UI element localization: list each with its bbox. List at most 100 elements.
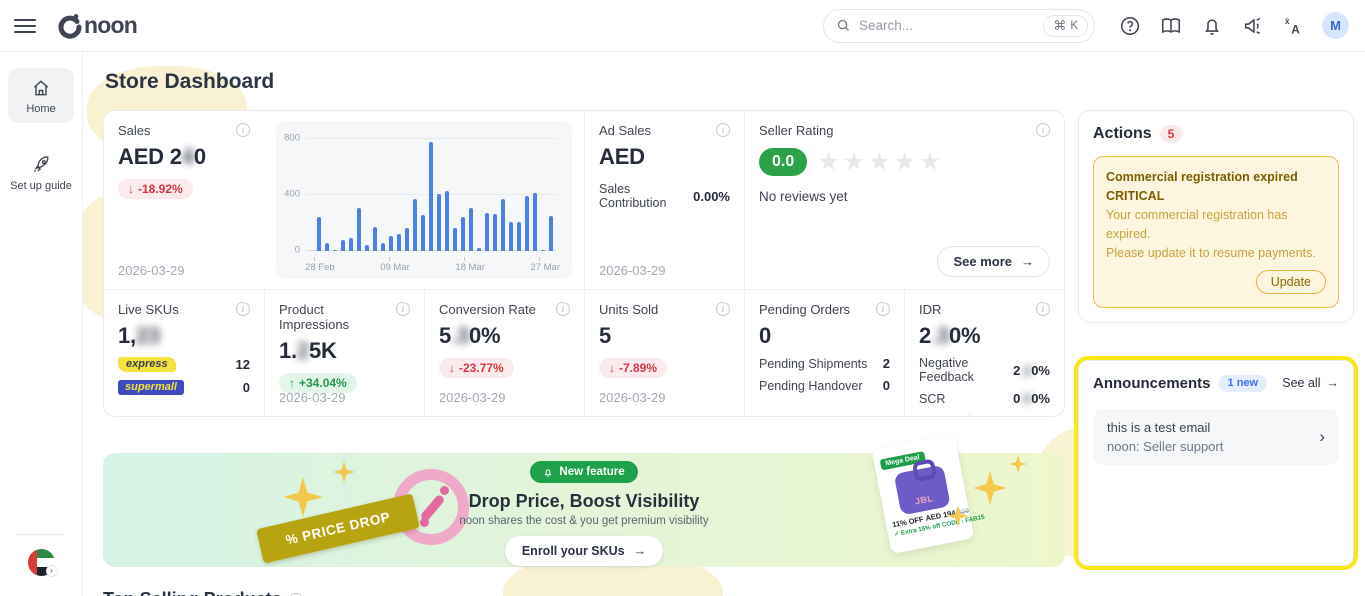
chart-bar [341,240,345,251]
search-bar[interactable]: ⌘ K [823,9,1095,43]
chart-bar [549,216,553,251]
scr-value: 0.00% [1013,391,1050,406]
info-icon[interactable]: i [236,302,250,316]
home-icon [31,78,51,98]
impressions-date: 2026-03-29 [279,390,346,405]
chart-bar [429,142,433,251]
sales-value: AED 240 [118,144,250,170]
info-icon[interactable]: i [1036,302,1050,316]
announcements-title: Announcements [1093,375,1211,392]
x-axis-tick-label: 18 Mar [455,262,485,273]
redacted-digits: 2 [297,338,309,363]
country-selector-uae-flag[interactable]: › [28,549,55,576]
chart-bar [325,243,329,251]
sales-chart-bars [314,139,556,251]
chart-bar [405,228,409,251]
enroll-skus-button[interactable]: Enroll your SKUs → [505,536,663,566]
arrow-right-icon: → [1327,376,1340,390]
top-selling-products-section: Top Selling Products i [103,589,1065,596]
chart-bar [373,227,377,252]
chart-bar [485,213,489,251]
search-input[interactable] [859,18,1035,33]
x-axis-tick-label: 27 Mar [530,262,560,273]
express-badge: express [118,357,176,372]
sales-date: 2026-03-29 [118,263,185,278]
product-impressions-label: Product Impressions [279,302,396,332]
sparkle-icon [973,471,1007,505]
product-impressions-value: 1.25K [279,338,410,364]
arrow-right-icon: → [1021,254,1034,269]
sales-contribution-label: Sales Contribution [599,182,693,210]
chart-bar [381,243,385,251]
help-icon[interactable] [1117,13,1143,39]
redacted-digits: .3 [931,323,949,348]
sales-card: Sales i AED 240 ↓ -18.92% 2026-03-29 [104,111,264,289]
chart-bar [413,199,417,251]
info-icon[interactable]: i [396,302,410,316]
rating-score-pill: 0.0 [759,148,807,176]
top-bar: noon ⌘ K x̄A M [0,0,1365,52]
chart-bar [333,250,337,251]
actions-count-badge: 5 [1160,125,1183,143]
menu-icon[interactable] [14,15,36,37]
info-icon[interactable]: i [556,302,570,316]
chart-bar [541,250,545,251]
sales-contribution-value: 0.00% [693,189,730,204]
banner-subtitle: noon shares the cost & you get premium v… [364,515,804,527]
learn-guide-icon[interactable] [1158,13,1184,39]
conversion-change-badge: ↓ -23.77% [439,358,514,378]
translate-language-icon[interactable]: x̄A [1281,13,1307,39]
command-icon: ⌘ [1053,18,1066,34]
chart-bar [365,245,369,251]
noon-logo[interactable]: noon [56,12,137,39]
info-icon[interactable]: i [876,302,890,316]
chart-bar [397,234,401,251]
ad-sales-card: Ad Sales i AED Sales Contribution 0.00% … [584,111,744,289]
product-impressions-card: Product Impressions i 1.25K ↑ +34.04% 20… [264,289,424,416]
seller-rating-label: Seller Rating [759,123,833,138]
info-icon[interactable]: i [289,593,303,596]
shortcut-key: K [1070,20,1078,32]
units-change-badge: ↓ -7.89% [599,358,667,378]
chart-bar [525,196,529,251]
announcement-title: this is a test email [1107,420,1223,435]
idr-label: IDR [919,302,941,317]
y-axis-tick: 0 [295,245,300,256]
new-announcements-badge: 1 new [1219,375,1268,392]
commercial-registration-alert[interactable]: Commercial registration expired CRITICAL… [1093,156,1339,308]
y-axis-tick: 800 [284,133,300,144]
see-all-link[interactable]: See all → [1282,376,1339,390]
sidebar-item-home[interactable]: Home [8,68,74,123]
info-icon[interactable]: i [716,123,730,137]
notifications-bell-icon[interactable] [1199,13,1225,39]
announcements-megaphone-icon[interactable] [1240,13,1266,39]
price-drop-banner[interactable]: % PRICE DROP New feature Drop Price, Boo… [103,453,1065,567]
user-avatar[interactable]: M [1322,12,1349,39]
rocket-icon [31,155,51,175]
chart-bar [501,199,505,251]
actions-title: Actions [1093,125,1152,143]
negative-feedback-label: Negative Feedback [919,356,1013,384]
info-icon[interactable]: i [1036,123,1050,137]
update-button[interactable]: Update [1256,270,1326,294]
new-feature-badge: New feature [530,461,637,483]
info-icon[interactable]: i [236,123,250,137]
chart-bar [445,191,449,251]
flag-chevron-badge: › [46,565,58,577]
chart-bar [421,215,425,251]
banner-title: Drop Price, Boost Visibility [364,491,804,512]
pending-handover-label: Pending Handover [759,379,863,393]
arrow-right-icon: → [634,544,647,558]
announcement-list-item[interactable]: this is a test email noon: Seller suppor… [1093,409,1339,465]
units-sold-card: Units Sold i 5 ↓ -7.89% 2026-03-29 [584,289,744,416]
announcement-subtitle: noon: Seller support [1107,439,1223,454]
sidebar-item-setup-guide[interactable]: Set up guide [8,145,74,200]
pending-handover-value: 0 [883,378,890,393]
y-axis-tick: 400 [284,189,300,200]
conversion-rate-label: Conversion Rate [439,302,536,317]
x-axis-tick-label: 09 Mar [380,262,410,273]
see-more-button[interactable]: See more → [937,246,1050,277]
top-selling-products-heading: Top Selling Products [103,589,282,596]
announcements-panel: Announcements 1 new See all → this is a … [1078,360,1354,566]
info-icon[interactable]: i [716,302,730,316]
